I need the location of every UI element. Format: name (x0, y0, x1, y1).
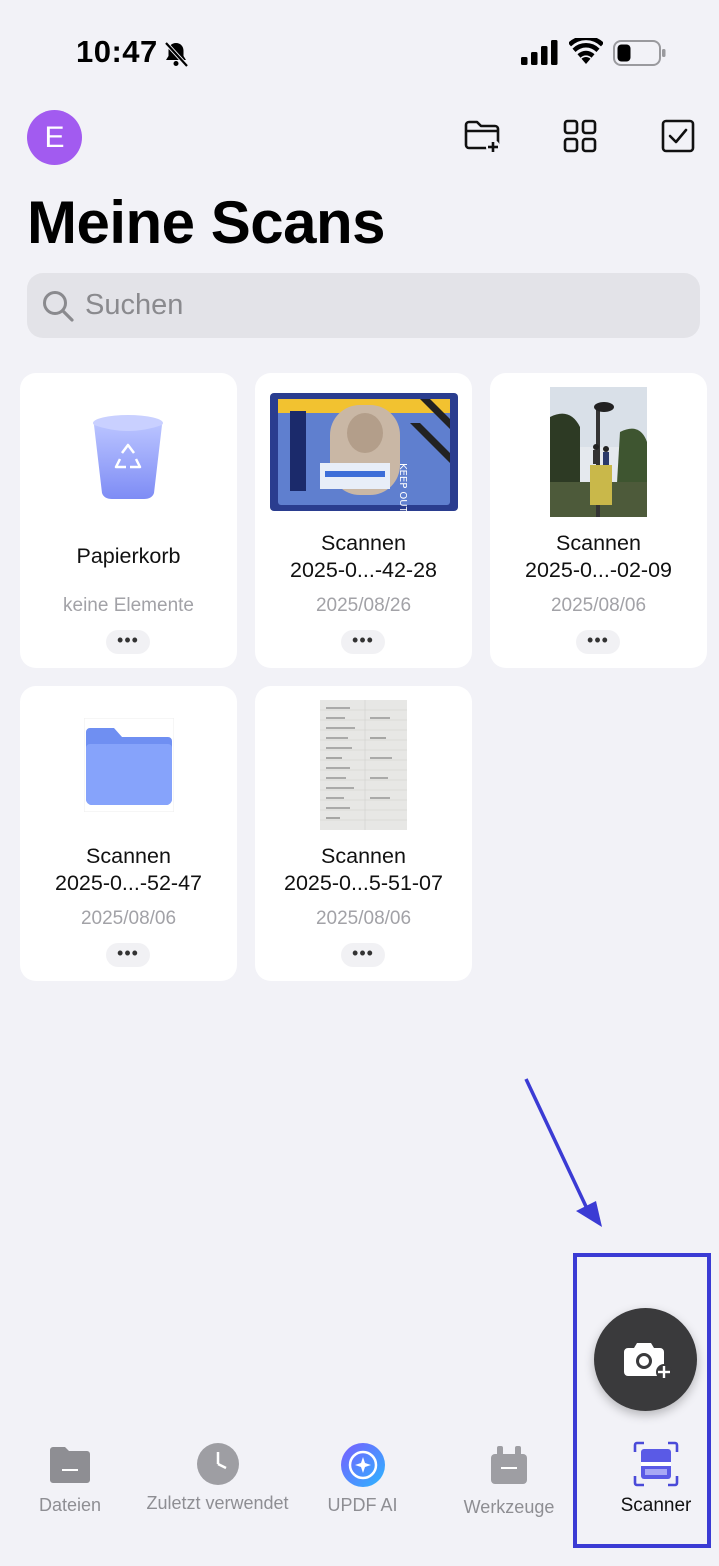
page-title: Meine Scans (27, 189, 386, 256)
annotation-arrow (524, 1078, 602, 1227)
card-subtitle: 2025/08/06 (80, 908, 177, 929)
tab-label: UPDF AI (327, 1495, 398, 1515)
more-options-button[interactable]: ••• (341, 630, 385, 654)
card-title-line1: Scannen (86, 844, 171, 868)
scan-thumbnail-notes (320, 700, 407, 830)
scan-thumbnail-photo (550, 387, 647, 517)
annotation-highlight-box (573, 1253, 711, 1548)
scan-card[interactable]: Scannen 2025-0...-52-47 2025/08/06 ••• (20, 686, 237, 981)
scan-thumbnail-id-card: KEEP OUT (270, 393, 458, 511)
folder-icon (84, 718, 174, 812)
tab-zuletzt-verwendet[interactable]: Zuletzt verwendet (140, 1420, 295, 1514)
card-title-line1: Scannen (321, 531, 406, 555)
scan-card[interactable]: Scannen 2025-0...5-51-07 2025/08/06 ••• (255, 686, 472, 981)
grid-view-icon[interactable] (560, 116, 600, 156)
select-checkbox-icon[interactable] (658, 116, 698, 156)
tab-label: Werkzeuge (463, 1497, 555, 1517)
scan-card[interactable]: KEEP OUT Scannen 2025-0...-42-28 2025/08… (255, 373, 472, 668)
more-options-button[interactable]: ••• (106, 943, 150, 967)
tab-label: Zuletzt verwendet (146, 1493, 289, 1513)
search-input[interactable]: Suchen (85, 289, 183, 322)
wifi-icon (569, 38, 603, 64)
card-subtitle: 2025/08/26 (315, 595, 412, 616)
tab-updf-ai[interactable]: UPDF AI (305, 1420, 420, 1516)
trash-card[interactable]: Papierkorb keine Elemente ••• (20, 373, 237, 668)
more-options-button[interactable]: ••• (106, 630, 150, 654)
avatar[interactable]: E (27, 110, 82, 165)
card-title-line2: 2025-0...-42-28 (289, 558, 437, 582)
bell-muted-icon (164, 41, 189, 68)
card-title-line2: 2025-0...5-51-07 (284, 871, 443, 895)
card-subtitle: 2025/08/06 (550, 595, 647, 616)
card-subtitle: keine Elemente (63, 595, 194, 616)
updf-ai-icon (340, 1443, 385, 1487)
cellular-signal-icon (521, 40, 558, 65)
card-title-line1: Scannen (321, 844, 406, 868)
card-title-line2: 2025-0...-52-47 (54, 871, 202, 895)
card-title-line1: Scannen (556, 531, 641, 555)
status-time: 10:47 (76, 34, 158, 69)
svg-text:KEEP OUT: KEEP OUT (397, 463, 408, 511)
scan-card[interactable]: Scannen 2025-0...-02-09 2025/08/06 ••• (490, 373, 707, 668)
battery-icon (613, 40, 666, 66)
tools-icon (491, 1446, 527, 1484)
tab-werkzeuge[interactable]: Werkzeuge (450, 1420, 568, 1518)
tab-label: Dateien (38, 1495, 102, 1515)
search-bar[interactable]: Suchen (27, 273, 700, 338)
card-subtitle: 2025/08/06 (315, 908, 412, 929)
new-folder-icon[interactable] (462, 116, 502, 156)
card-title-line2: 2025-0...-02-09 (524, 558, 672, 582)
more-options-button[interactable]: ••• (576, 630, 620, 654)
search-icon (43, 291, 74, 322)
files-icon (50, 1447, 90, 1483)
more-options-button[interactable]: ••• (341, 943, 385, 967)
clock-icon (196, 1443, 239, 1485)
tab-dateien[interactable]: Dateien (10, 1420, 130, 1516)
card-title: Papierkorb (76, 544, 181, 568)
trash-bin-icon (93, 415, 163, 499)
